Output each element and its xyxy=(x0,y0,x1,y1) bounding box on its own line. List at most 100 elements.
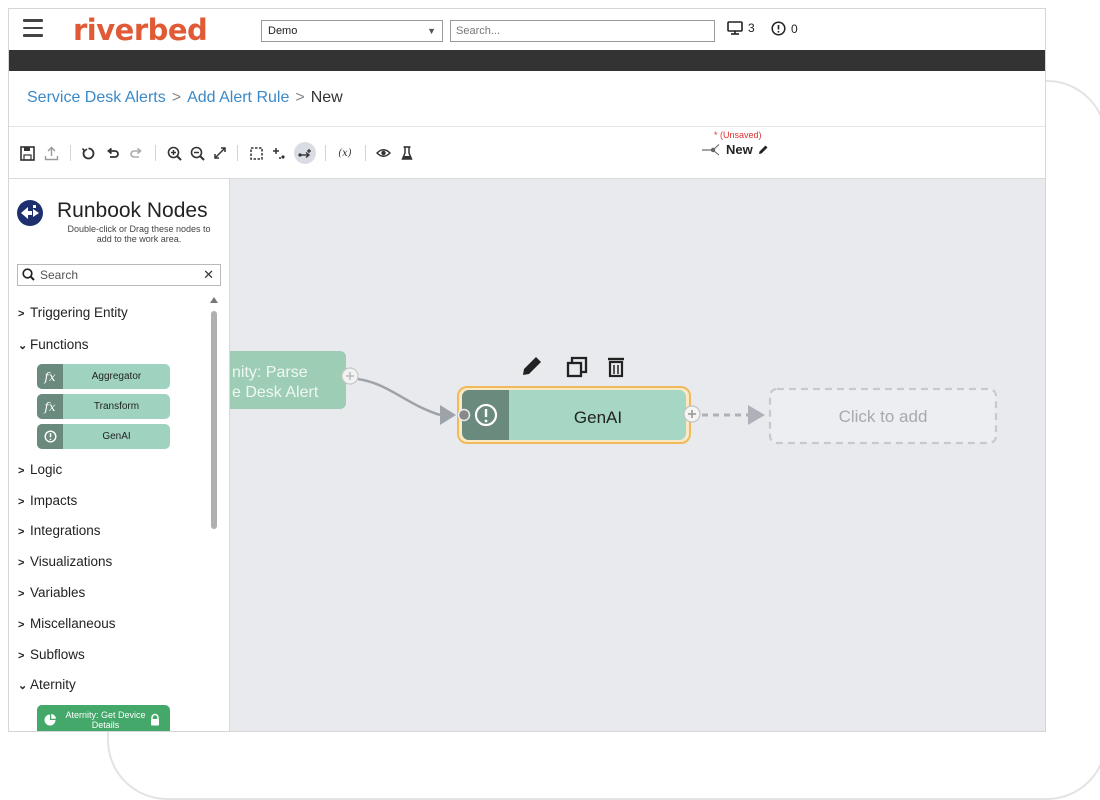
prev-node-output-port-icon[interactable] xyxy=(341,367,359,385)
category-miscellaneous[interactable]: > Miscellaneous xyxy=(18,616,116,631)
zoom-out-icon[interactable] xyxy=(189,144,205,162)
runbook-nodes-sidebar: Runbook Nodes Double-click or Drag these… xyxy=(9,179,230,731)
category-label: Subflows xyxy=(30,647,85,662)
test-flask-icon[interactable] xyxy=(400,144,414,162)
app-window: riverbed Demo ▼ Search... 3 0 Service De… xyxy=(8,8,1046,732)
export-icon[interactable] xyxy=(43,144,59,162)
hamburger-menu-icon[interactable] xyxy=(23,19,43,37)
node-search-input[interactable]: Search ✕ xyxy=(17,264,221,286)
node-transform[interactable]: fx Transform xyxy=(37,394,170,419)
chevron-right-icon: > xyxy=(18,650,25,662)
dark-header-bar xyxy=(9,50,1045,71)
breadcrumb-link-add-alert-rule[interactable]: Add Alert Rule xyxy=(187,89,289,106)
node-aternity-get-device-details[interactable]: Aternity: Get Device Details xyxy=(37,705,170,731)
category-label: Logic xyxy=(30,462,63,477)
node-label: GenAI xyxy=(102,431,131,442)
reset-icon[interactable] xyxy=(80,144,96,162)
undo-icon[interactable] xyxy=(104,144,120,162)
category-variables[interactable]: > Variables xyxy=(18,585,85,600)
top-navbar: riverbed Demo ▼ Search... 3 0 xyxy=(9,9,1045,51)
connect-mode-icon[interactable] xyxy=(294,142,316,164)
select-area-icon[interactable] xyxy=(248,144,264,162)
toolbar-divider xyxy=(155,145,156,161)
delete-node-trash-icon[interactable] xyxy=(608,357,624,378)
pending-connection-arrow-icon xyxy=(748,405,765,425)
edit-pencil-icon[interactable] xyxy=(757,144,769,156)
category-label: Visualizations xyxy=(30,554,113,569)
runbook-canvas[interactable]: nity: Parse e Desk Alert GenAI Click to … xyxy=(230,179,1045,731)
sidebar-description: Double-click or Drag these nodes to add … xyxy=(67,224,211,244)
scroll-up-arrow-icon[interactable] xyxy=(210,297,218,303)
breadcrumb: Service Desk Alerts > Add Alert Rule > New xyxy=(27,89,343,107)
node-genai[interactable]: GenAI xyxy=(37,424,170,449)
chevron-right-icon: > xyxy=(18,557,25,569)
category-logic[interactable]: > Logic xyxy=(18,462,62,477)
category-label: Functions xyxy=(30,337,89,352)
chevron-down-icon: ⌄ xyxy=(18,680,28,692)
duplicate-node-icon[interactable] xyxy=(566,356,588,378)
chevron-right-icon: > xyxy=(18,496,25,508)
node-aggregator[interactable]: fx Aggregator xyxy=(37,364,170,389)
search-icon xyxy=(22,268,35,281)
chevron-right-icon: > xyxy=(18,465,25,477)
auto-arrange-icon[interactable] xyxy=(271,144,287,162)
prev-node-label-line1: nity: Parse xyxy=(232,364,308,381)
chevron-down-icon: ▼ xyxy=(427,26,436,36)
sidebar-scrollbar[interactable] xyxy=(211,311,217,529)
brand-logo: riverbed xyxy=(73,13,208,47)
breadcrumb-link-service-desk-alerts[interactable]: Service Desk Alerts xyxy=(27,89,166,106)
toolbar-divider xyxy=(70,145,71,161)
connection-arrow-icon xyxy=(440,405,456,425)
edit-node-pencil-icon[interactable] xyxy=(523,357,541,375)
genai-input-port-icon[interactable] xyxy=(457,408,471,422)
prev-node-label-line2: e Desk Alert xyxy=(232,384,319,401)
context-select-value: Demo xyxy=(268,25,298,37)
toolbar-divider xyxy=(237,145,238,161)
alert-circle-icon xyxy=(771,21,786,36)
breadcrumb-bar: Service Desk Alerts > Add Alert Rule > New xyxy=(9,71,1045,127)
global-search-input[interactable]: Search... xyxy=(450,20,715,42)
category-triggering-entity[interactable]: > Triggering Entity xyxy=(18,305,128,320)
save-icon[interactable] xyxy=(19,144,35,162)
lock-icon xyxy=(151,713,159,726)
chevron-right-icon: > xyxy=(18,308,25,320)
chevron-down-icon: ⌄ xyxy=(18,340,28,352)
category-subflows[interactable]: > Subflows xyxy=(18,647,85,662)
unsaved-status: * (Unsaved) xyxy=(714,130,762,140)
connection-line[interactable] xyxy=(357,377,441,417)
variables-button[interactable]: (x) xyxy=(333,144,357,162)
breadcrumb-current: New xyxy=(310,89,343,106)
document-name: New xyxy=(726,142,753,157)
node-search-placeholder: Search xyxy=(40,268,79,282)
alert-counter[interactable]: 0 xyxy=(771,21,798,36)
category-impacts[interactable]: > Impacts xyxy=(18,493,77,508)
category-label: Miscellaneous xyxy=(30,616,116,631)
fit-to-screen-icon[interactable] xyxy=(212,144,228,162)
genai-node-label: GenAI xyxy=(574,408,622,427)
toolbar-divider xyxy=(365,145,366,161)
monitor-counter[interactable]: 3 xyxy=(727,21,755,35)
category-label: Triggering Entity xyxy=(30,305,128,320)
category-label: Aternity xyxy=(30,677,76,692)
pie-chart-icon xyxy=(37,705,63,731)
document-title[interactable]: New xyxy=(702,142,769,157)
node-label: Aternity: Get Device Details xyxy=(65,710,146,730)
chevron-right-icon: > xyxy=(18,588,25,600)
zoom-in-icon[interactable] xyxy=(166,144,182,162)
flow-icon xyxy=(702,144,720,156)
node-label: Transform xyxy=(93,401,140,412)
category-integrations[interactable]: > Integrations xyxy=(18,523,101,538)
redo-icon[interactable] xyxy=(128,144,144,162)
clear-search-icon[interactable]: ✕ xyxy=(203,265,214,285)
fx-icon: fx xyxy=(37,394,63,419)
sidebar-title: Runbook Nodes xyxy=(57,199,208,222)
context-select[interactable]: Demo ▼ xyxy=(261,20,443,42)
monitor-icon xyxy=(727,21,743,35)
genai-output-port-icon[interactable] xyxy=(683,405,701,423)
preview-eye-icon[interactable] xyxy=(375,144,391,162)
toolbar-divider xyxy=(325,145,326,161)
category-label: Variables xyxy=(30,585,86,600)
category-aternity[interactable]: ⌄ Aternity xyxy=(18,677,76,692)
category-visualizations[interactable]: > Visualizations xyxy=(18,554,112,569)
category-functions[interactable]: ⌄ Functions xyxy=(18,337,89,352)
